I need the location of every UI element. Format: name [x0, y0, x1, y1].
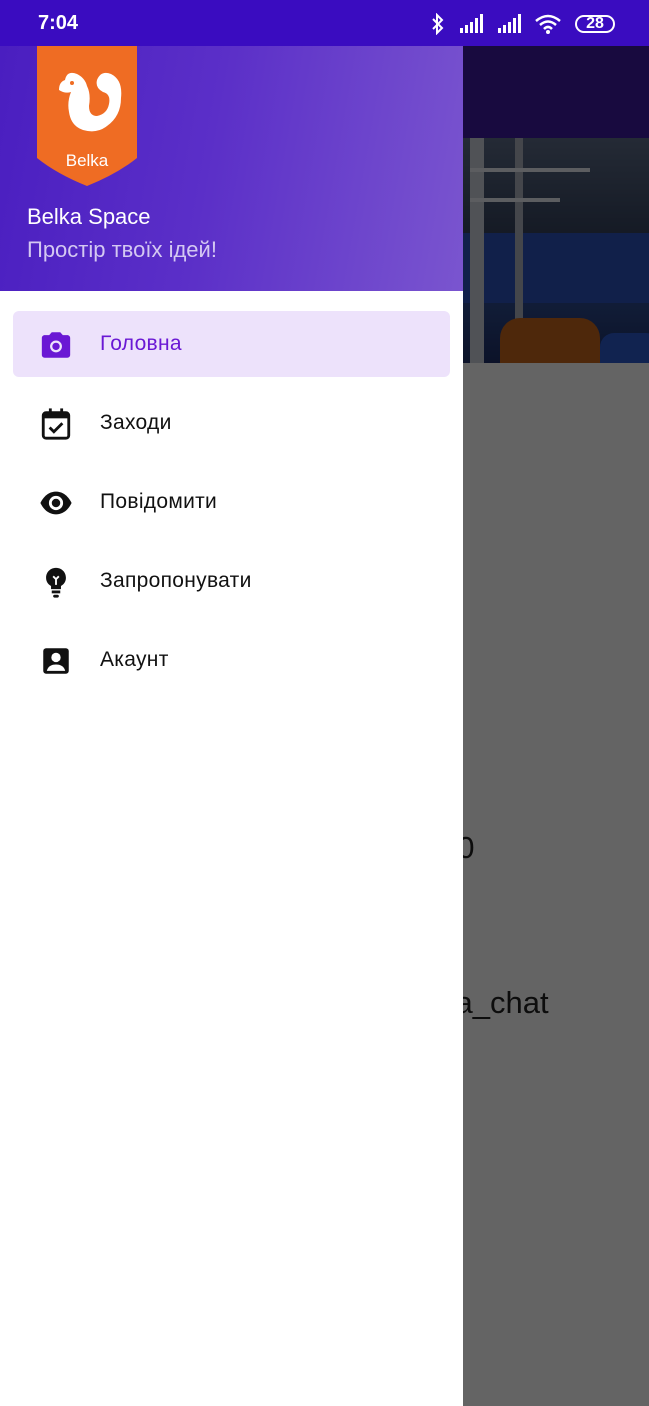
camera-icon	[41, 332, 71, 358]
logo-text: Belka	[66, 151, 109, 170]
belka-logo: Belka	[37, 46, 137, 186]
signal-icon	[460, 14, 483, 33]
menu-item-label: Запропонувати	[100, 569, 252, 592]
menu-item-label: Заходи	[100, 411, 172, 434]
navigation-drawer: Belka Belka Space Простір твоїх ідей! Го…	[0, 0, 463, 1406]
menu-item-label: Повідомити	[100, 490, 218, 513]
eye-icon	[40, 491, 72, 515]
status-time: 7:04	[38, 12, 79, 34]
header-title: Belka Space	[27, 204, 151, 229]
menu-item-suggest[interactable]: Запропонувати	[13, 548, 450, 614]
battery-level: 28	[586, 15, 604, 32]
drawer-menu: Головна Заходи Повідомити Запропонувати …	[0, 311, 463, 706]
menu-item-label: Головна	[100, 332, 182, 355]
battery-icon: 28	[575, 15, 615, 33]
drawer-header: Belka Belka Space Простір твоїх ідей!	[0, 46, 463, 291]
lightbulb-icon	[46, 567, 66, 598]
wifi-icon	[535, 14, 561, 34]
header-subtitle: Простір твоїх ідей!	[27, 237, 217, 262]
status-icons: 28	[431, 13, 615, 35]
menu-item-label: Акаунт	[100, 648, 169, 671]
account-box-icon	[43, 648, 69, 674]
status-bar: 7:04 28	[0, 0, 649, 46]
menu-item-account[interactable]: Акаунт	[13, 627, 450, 693]
calendar-check-icon	[41, 408, 71, 440]
menu-item-events[interactable]: Заходи	[13, 390, 450, 456]
signal-icon	[498, 14, 521, 33]
menu-item-report[interactable]: Повідомити	[13, 469, 450, 535]
menu-item-home[interactable]: Головна	[13, 311, 450, 377]
bluetooth-icon	[432, 13, 444, 35]
